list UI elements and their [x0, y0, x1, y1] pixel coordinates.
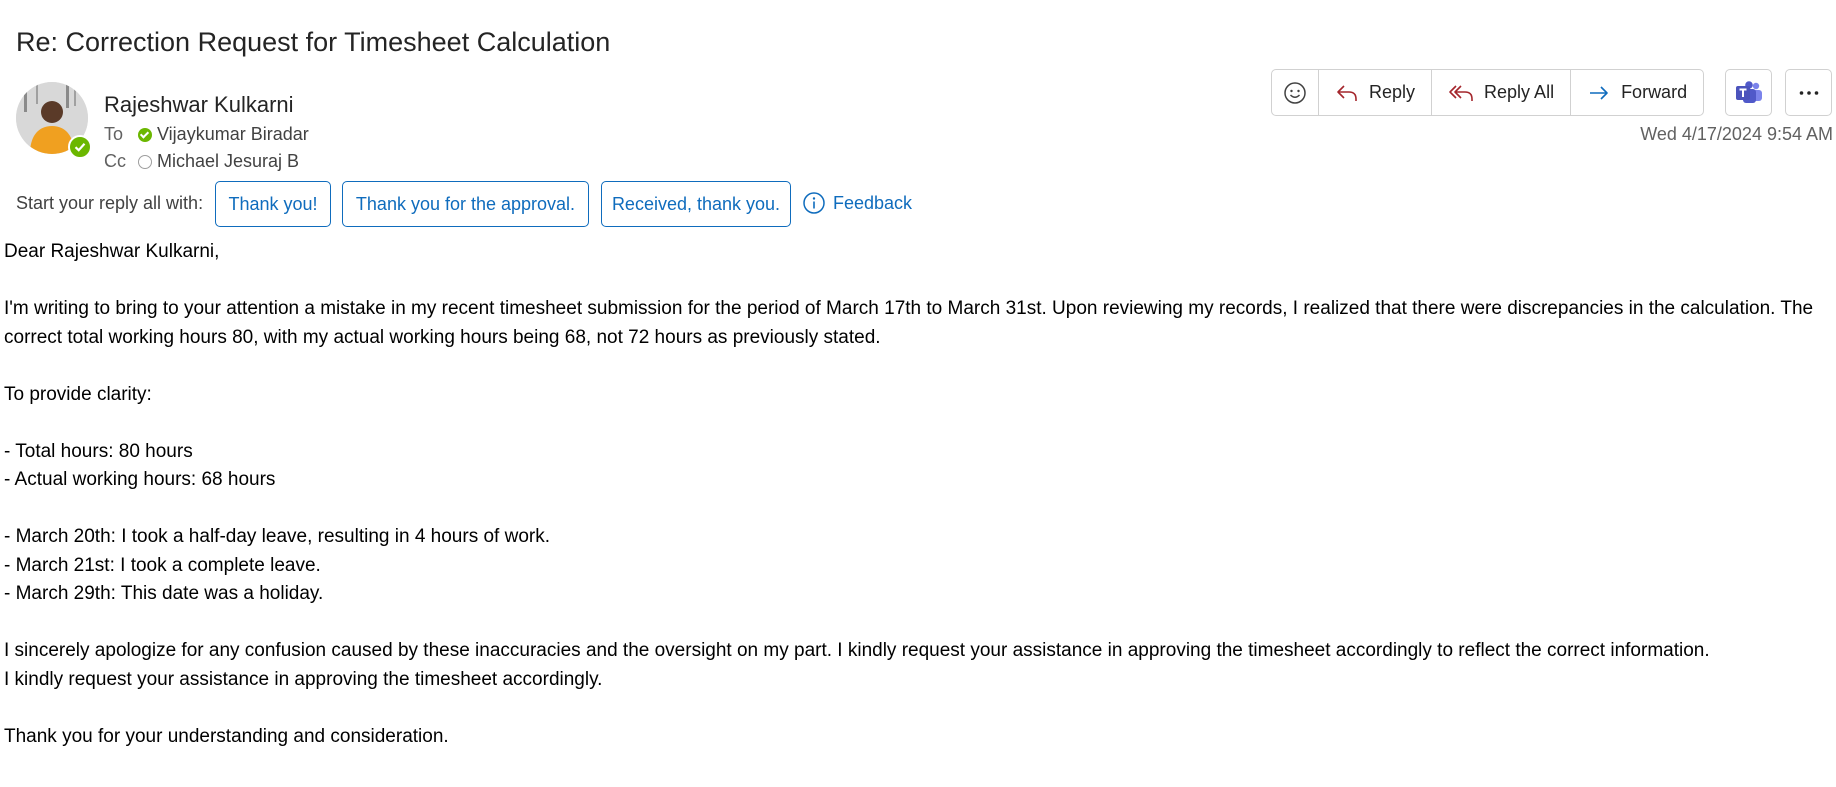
forward-label: Forward [1621, 82, 1688, 102]
to-label: To [104, 124, 124, 144]
body-paragraph: Thank you for your understanding and con… [4, 725, 449, 747]
emoji-smile-icon [1284, 81, 1306, 104]
suggested-reply-chip[interactable]: Thank you! [215, 181, 331, 227]
body-paragraph: I kindly request your assistance in appr… [4, 668, 603, 690]
sender-name[interactable]: Rajeshwar Kulkarni [104, 92, 294, 118]
body-paragraph: - Total hours: 80 hours [4, 440, 193, 462]
email-subject: Re: Correction Request for Timesheet Cal… [16, 27, 611, 57]
reply-all-button[interactable]: Reply All [1432, 70, 1572, 115]
cc-recipients: Cc Michael Jesuraj B [104, 151, 299, 172]
cc-label: Cc [104, 151, 126, 171]
body-paragraph: - March 29th: This date was a holiday. [4, 583, 324, 604]
body-paragraph [4, 609, 1830, 638]
body-paragraph: Dear Rajeshwar Kulkarni, [4, 241, 220, 262]
to-recipient-name[interactable]: Vijaykumar Biradar [157, 124, 309, 145]
body-paragraph [4, 694, 1830, 723]
feedback-label: Feedback [833, 192, 913, 213]
body-paragraph: - March 20th: I took a half-day leave, r… [4, 526, 550, 547]
message-body: Dear Rajeshwar Kulkarni, I'm writing to … [4, 238, 1830, 751]
cc-recipient-name[interactable]: Michael Jesuraj B [157, 151, 299, 172]
body-paragraph [4, 267, 1830, 296]
body-paragraph: - March 21st: I took a complete leave. [4, 554, 321, 576]
presence-offline-icon [138, 154, 152, 169]
presence-available-icon [138, 127, 152, 142]
info-icon [803, 192, 825, 214]
to-recipients: To Vijaykumar Biradar [104, 124, 309, 145]
suggested-replies-label: Start your reply all with: [16, 193, 204, 213]
reply-button[interactable]: Reply [1319, 70, 1433, 115]
teams-icon [1735, 80, 1762, 103]
reply-all-icon [1449, 84, 1473, 101]
reply-label: Reply [1369, 82, 1416, 102]
emoji-reaction-button[interactable] [1272, 70, 1319, 115]
body-paragraph [4, 409, 1830, 438]
body-paragraph: To provide clarity: [4, 383, 152, 405]
reply-all-label: Reply All [1484, 82, 1555, 102]
body-paragraph: I sincerely apologize for any confusion … [4, 640, 1710, 661]
suggested-reply-chip[interactable]: Received, thank you. [601, 181, 791, 227]
forward-icon [1590, 85, 1608, 100]
more-actions-button[interactable] [1785, 69, 1832, 116]
reply-icon [1337, 84, 1357, 101]
feedback-link[interactable]: Feedback [802, 191, 912, 215]
teams-button[interactable] [1725, 69, 1772, 116]
message-actions: Reply Reply All Forward [1271, 69, 1705, 116]
body-paragraph [4, 352, 1830, 381]
suggested-reply-chip[interactable]: Thank you for the approval. [342, 181, 589, 227]
body-paragraph: - Actual working hours: 68 hours [4, 469, 276, 490]
forward-button[interactable]: Forward [1571, 70, 1703, 115]
more-ellipsis-icon [1799, 90, 1818, 95]
presence-available-icon [68, 135, 92, 159]
body-paragraph [4, 495, 1830, 524]
body-paragraph: I'm writing to bring to your attention a… [4, 298, 1814, 348]
message-timestamp: Wed 4/17/2024 9:54 AM [1640, 124, 1833, 144]
